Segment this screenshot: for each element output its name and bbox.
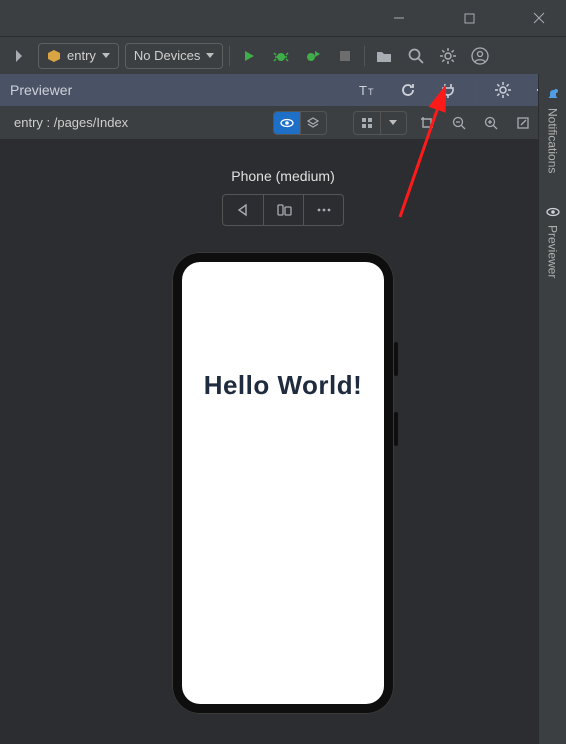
previewer-panel-header: Previewer TT [0, 74, 566, 106]
font-icon: TT [359, 83, 377, 97]
minimize-button[interactable] [376, 0, 422, 36]
grid-view-button[interactable] [354, 112, 380, 134]
tab-previewer-label: Previewer [546, 225, 560, 278]
panel-settings-button[interactable] [490, 77, 516, 103]
separator [364, 46, 365, 66]
tab-previewer[interactable]: Previewer [546, 199, 560, 284]
zoom-in-icon [484, 116, 498, 130]
view-mode-group [353, 111, 407, 135]
account-button[interactable] [467, 43, 493, 69]
minimize-icon [393, 12, 405, 24]
maximize-button[interactable] [446, 0, 492, 36]
rotate-button[interactable] [263, 195, 303, 225]
separator [229, 46, 230, 66]
fit-button[interactable] [511, 111, 535, 135]
previewer-sub-toolbar: entry : /pages/Index 1:1 [0, 106, 566, 140]
gear-icon [495, 82, 511, 98]
coverage-button[interactable] [300, 43, 326, 69]
expand-icon [516, 116, 530, 130]
inspect-mode-group [273, 111, 327, 135]
run-config-label: entry [67, 48, 96, 63]
device-name-label: Phone (medium) [231, 168, 335, 184]
search-button[interactable] [403, 43, 429, 69]
more-button[interactable] [303, 195, 343, 225]
svg-text:T: T [368, 87, 374, 97]
preview-canvas: Phone (medium) Hello World! [0, 140, 566, 744]
back-button[interactable] [223, 195, 263, 225]
gear-icon [440, 48, 456, 64]
stop-button[interactable] [332, 43, 358, 69]
refresh-icon [400, 82, 416, 98]
device-controls [222, 194, 344, 226]
user-icon [471, 47, 489, 65]
settings-button[interactable] [435, 43, 461, 69]
phone-side-button [394, 412, 398, 446]
bug-run-icon [305, 48, 321, 64]
ellipsis-icon [316, 207, 332, 213]
svg-text:T: T [359, 83, 367, 97]
toolbar-overflow-button[interactable] [6, 43, 32, 69]
chevron-down-icon [389, 120, 397, 125]
entry-path-label: entry : /pages/Index [8, 115, 134, 130]
previewer-title: Previewer [10, 82, 72, 98]
main-toolbar: entry No Devices [0, 36, 566, 74]
search-icon [408, 48, 424, 64]
zoom-out-button[interactable] [447, 111, 471, 135]
module-icon [47, 49, 61, 63]
bell-icon [546, 88, 560, 102]
plug-icon [440, 82, 456, 98]
inspect-button[interactable] [274, 112, 300, 134]
zoom-out-icon [452, 116, 466, 130]
refresh-button[interactable] [395, 77, 421, 103]
maximize-icon [464, 13, 475, 24]
layers-button[interactable] [300, 112, 326, 134]
device-select[interactable]: No Devices [125, 43, 223, 69]
bug-icon [273, 48, 289, 64]
crop-button[interactable] [415, 111, 439, 135]
grid-icon [361, 117, 373, 129]
chevron-right-icon [16, 50, 22, 62]
folder-icon [376, 49, 392, 63]
device-select-label: No Devices [134, 48, 200, 63]
triangle-left-icon [236, 203, 250, 217]
project-structure-button[interactable] [371, 43, 397, 69]
phone-side-button [394, 342, 398, 376]
close-icon [533, 12, 545, 24]
chevron-down-icon [102, 53, 110, 58]
tab-notifications[interactable]: Notifications [546, 82, 560, 179]
stop-icon [339, 50, 351, 62]
crop-icon [420, 116, 434, 130]
layers-icon [306, 116, 320, 130]
tab-notifications-label: Notifications [546, 108, 560, 173]
window-titlebar [0, 0, 566, 36]
phone-screen[interactable]: Hello World! [182, 262, 384, 704]
separator [475, 80, 476, 100]
app-text: Hello World! [204, 370, 363, 401]
close-button[interactable] [516, 0, 562, 36]
view-dropdown-button[interactable] [380, 112, 406, 134]
phone-mockup: Hello World! [172, 252, 394, 714]
run-config-select[interactable]: entry [38, 43, 119, 69]
run-button[interactable] [236, 43, 262, 69]
chevron-down-icon [206, 53, 214, 58]
eye-icon [546, 205, 560, 219]
rotate-device-icon [276, 203, 292, 217]
power-button[interactable] [435, 77, 461, 103]
font-size-button[interactable]: TT [355, 77, 381, 103]
zoom-in-button[interactable] [479, 111, 503, 135]
play-icon [242, 49, 256, 63]
right-tool-sidebar: Notifications Previewer [538, 74, 566, 744]
debug-button[interactable] [268, 43, 294, 69]
eye-icon [280, 116, 294, 130]
